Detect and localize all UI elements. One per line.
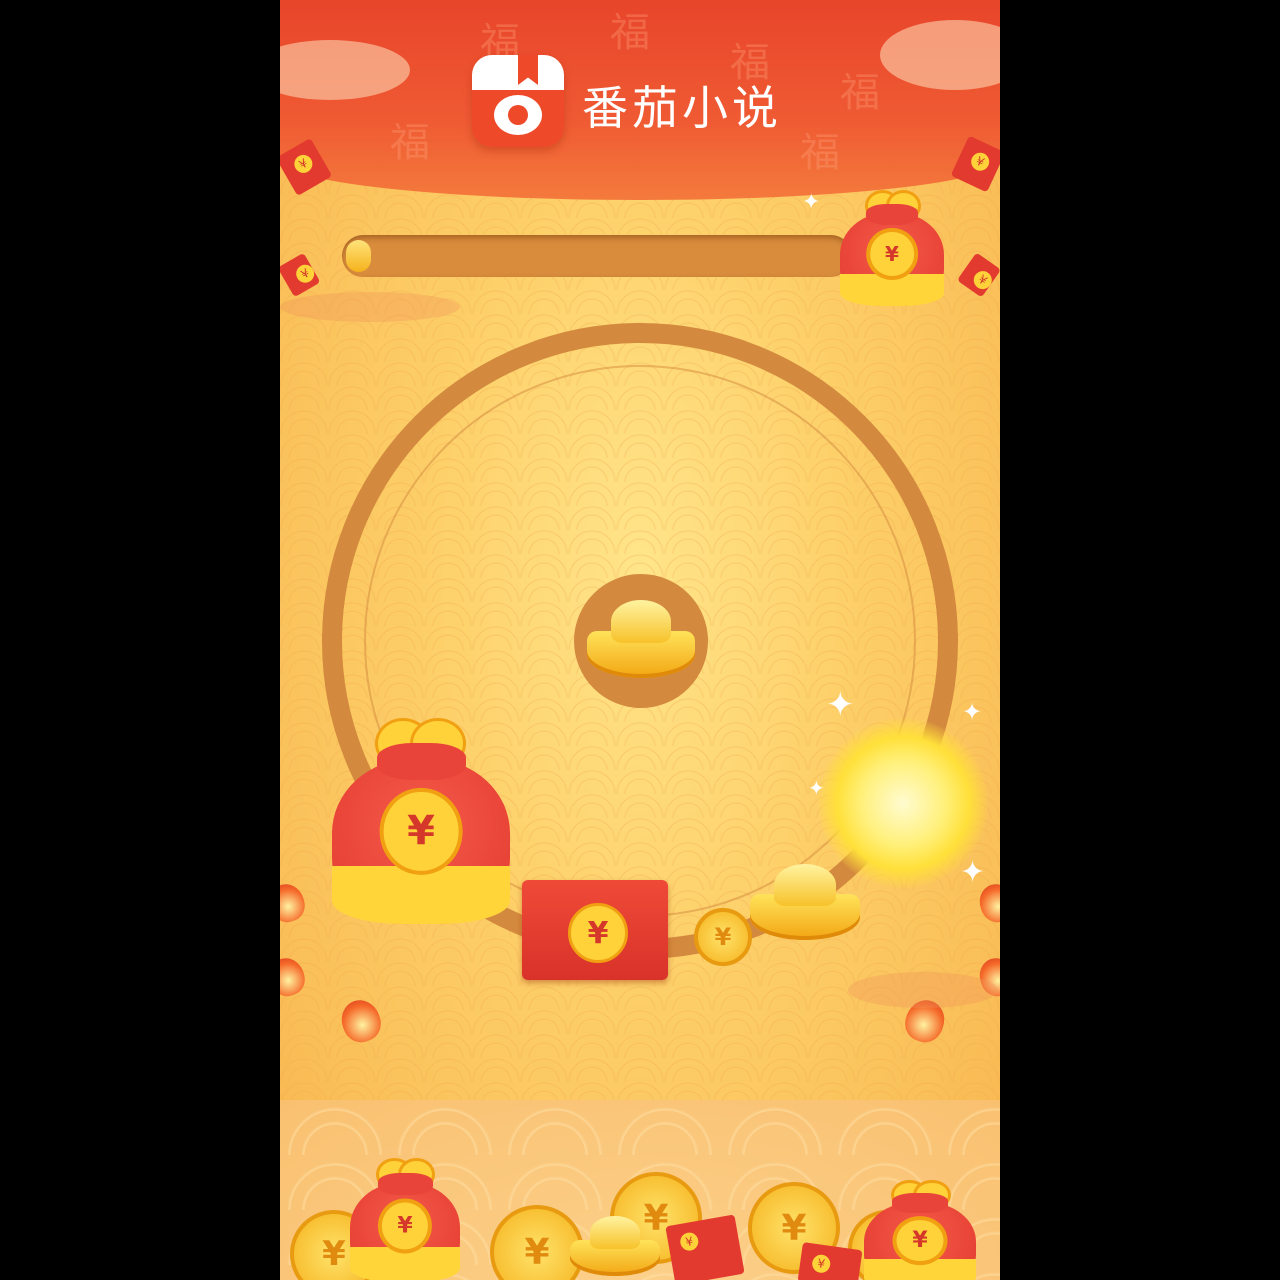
progress-bar — [342, 235, 852, 277]
yuan-symbol: ¥ — [377, 1198, 433, 1254]
cloud-decoration-right — [880, 20, 1000, 90]
game-stage: 福 福 福 福 福 福 番茄小说 ¥ ✦ ¥ ¥ — [280, 0, 1000, 1280]
coin-icon[interactable]: ¥ — [694, 908, 752, 966]
yuan-symbol: ¥ — [379, 788, 463, 875]
yuan-symbol: ¥ — [568, 903, 628, 963]
sparkle-icon: ✦ — [826, 685, 855, 725]
yuan-symbol: ¥ — [714, 923, 732, 951]
gold-ingot-icon — [570, 1216, 660, 1276]
yuan-symbol: ¥ — [866, 227, 918, 280]
sparkle-icon: ✦ — [960, 855, 986, 890]
yuan-symbol: ¥ — [892, 1215, 948, 1266]
app-name: 番茄小说 — [582, 81, 782, 135]
money-bag-icon: ¥ — [350, 1158, 460, 1280]
gold-ingot-icon[interactable] — [587, 600, 695, 678]
sparkle-icon: ✦ — [962, 698, 983, 726]
yuan-symbol: ¥ — [781, 1207, 807, 1249]
cloud-decoration — [280, 292, 460, 322]
yuan-symbol: ¥ — [524, 1231, 550, 1273]
progress-fill — [346, 240, 372, 272]
yuan-symbol: ¥ — [322, 1234, 346, 1274]
progress-goal-money-bag-icon[interactable]: ¥ — [840, 190, 944, 306]
red-envelope-icon[interactable]: ¥ — [522, 880, 668, 980]
red-envelope-icon — [665, 1214, 745, 1280]
app-logo-icon — [472, 55, 564, 147]
cloud-decoration-left — [280, 40, 410, 100]
sparkle-icon: ✦ — [802, 190, 821, 215]
money-bag-icon[interactable]: ¥ — [332, 718, 510, 924]
money-bag-icon: ¥ — [864, 1180, 976, 1280]
gold-ingot-icon[interactable] — [750, 864, 860, 940]
cloud-decoration — [848, 972, 998, 1008]
header-banner: 福 福 福 福 福 福 番茄小说 — [280, 0, 1000, 200]
sparkle-icon: ✦ — [808, 776, 825, 800]
